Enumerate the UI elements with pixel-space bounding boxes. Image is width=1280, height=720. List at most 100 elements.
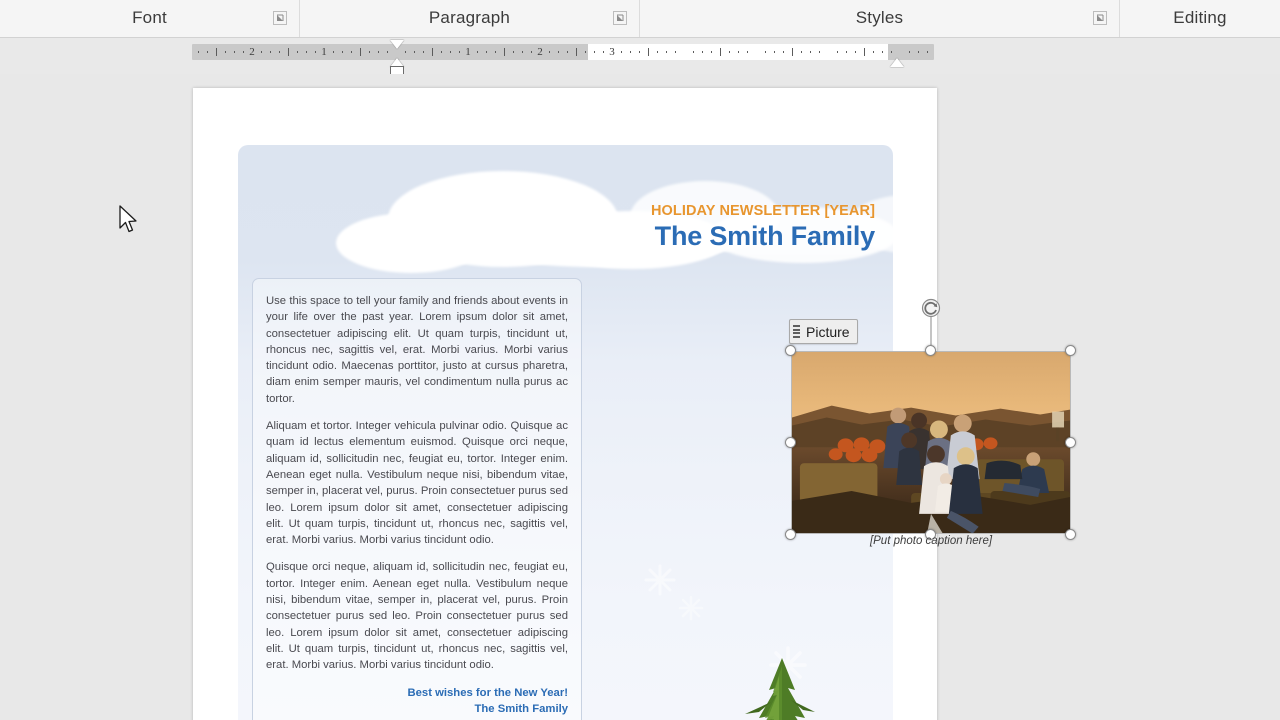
ribbon-group-font: Font	[0, 0, 300, 37]
paragraph-dialog-launcher-icon[interactable]	[613, 11, 627, 25]
ruler-tick	[450, 51, 451, 53]
ruler-tick	[774, 51, 775, 53]
ruler-tick	[234, 51, 235, 53]
ruler-number: 2	[249, 46, 255, 58]
document-canvas[interactable]: HOLIDAY NEWSLETTER [YEAR] The Smith Fami…	[0, 74, 1280, 720]
ruler-tick	[306, 51, 307, 53]
ruler-tick	[567, 51, 568, 53]
ruler-tick	[261, 51, 262, 53]
ruler-tick	[432, 48, 433, 56]
styles-dialog-launcher-icon[interactable]	[1093, 11, 1107, 25]
ruler-tick	[846, 51, 847, 53]
ruler-bar: 2 1 1 2 3	[0, 38, 1280, 75]
ruler-tick	[918, 51, 919, 53]
ruler-ticks: 2 1 1 2 3	[192, 44, 934, 60]
selection-handle-top-center[interactable]	[925, 345, 936, 356]
picture-caption[interactable]: [Put photo caption here]	[791, 535, 1071, 547]
ruler-tick	[351, 51, 352, 53]
ruler-tick	[720, 48, 721, 56]
first-line-indent-marker[interactable]	[390, 40, 404, 49]
ruler-tick	[648, 48, 649, 56]
ruler-tick	[630, 51, 631, 53]
ruler-tick	[288, 48, 289, 56]
ruler-tick	[864, 48, 865, 56]
ruler-tick	[801, 51, 802, 53]
ruler-tick	[639, 51, 640, 53]
ruler-tick	[387, 51, 388, 53]
ruler-tick	[585, 51, 586, 53]
ruler-tick	[747, 51, 748, 53]
ruler-tick	[360, 48, 361, 56]
ruler-tick	[477, 51, 478, 53]
ruler-tick	[891, 51, 892, 53]
ruler-tick	[279, 51, 280, 53]
ribbon-bottom-strip: Font Paragraph Styles Editing	[0, 0, 1280, 38]
selection-handle-middle-right[interactable]	[1065, 437, 1076, 448]
ribbon-group-label-styles: Styles	[855, 8, 904, 27]
signoff-line-2: The Smith Family	[474, 702, 568, 715]
pine-tree-illustration	[707, 656, 857, 720]
ruler-tick	[441, 51, 442, 53]
body-text-column[interactable]: Use this space to tell your family and f…	[252, 278, 582, 720]
ruler-tick	[216, 48, 217, 56]
ruler-tick	[909, 51, 910, 53]
ribbon-group-label-paragraph: Paragraph	[428, 8, 511, 27]
document-page[interactable]: HOLIDAY NEWSLETTER [YEAR] The Smith Fami…	[193, 88, 1076, 720]
ruler-tick	[207, 51, 208, 53]
ruler-tick	[225, 51, 226, 53]
ruler-tick	[792, 48, 793, 56]
ruler-tick	[459, 51, 460, 53]
ribbon-group-editing: Editing	[1120, 0, 1280, 37]
ruler-tick	[198, 51, 199, 53]
ruler-tick	[657, 51, 658, 53]
selection-handle-middle-left[interactable]	[785, 437, 796, 448]
family-photo-image[interactable]	[792, 352, 1070, 534]
ruler-tick	[243, 51, 244, 53]
picture-frame[interactable]	[791, 351, 1071, 534]
body-paragraph: Use this space to tell your family and f…	[266, 295, 568, 405]
ruler-tick	[810, 51, 811, 53]
ruler-number: 3	[609, 46, 615, 58]
ruler-tick	[783, 51, 784, 53]
ruler-number: 2	[537, 46, 543, 58]
content-control-label: Picture	[806, 323, 850, 340]
ruler-tick	[504, 48, 505, 56]
rotation-handle-icon[interactable]	[921, 298, 941, 318]
mouse-pointer-arrow-icon	[118, 205, 140, 237]
snowflake-icon	[678, 595, 704, 626]
ruler-tick	[675, 51, 676, 53]
ruler-tick	[522, 51, 523, 53]
ribbon-group-label-font: Font	[132, 8, 167, 27]
ruler-tick	[549, 51, 550, 53]
selection-handle-top-right[interactable]	[1065, 345, 1076, 356]
right-indent-marker[interactable]	[890, 58, 904, 67]
ruler-tick	[711, 51, 712, 53]
ruler-tick	[927, 51, 928, 53]
selection-handle-top-left[interactable]	[785, 345, 796, 356]
ruler-tick	[513, 51, 514, 53]
ruler-tick	[855, 51, 856, 53]
horizontal-ruler[interactable]: 2 1 1 2 3	[192, 44, 934, 60]
ruler-tick	[558, 51, 559, 53]
ruler-tick	[378, 51, 379, 53]
ruler-tick	[486, 51, 487, 53]
ruler-tick	[423, 51, 424, 53]
ruler-tick	[693, 51, 694, 53]
ruler-tick	[342, 51, 343, 53]
drag-handle-icon[interactable]	[793, 324, 802, 339]
ruler-tick	[738, 51, 739, 53]
ribbon-group-label-editing: Editing	[1173, 8, 1227, 27]
ruler-tick	[873, 51, 874, 53]
font-dialog-launcher-icon[interactable]	[273, 11, 287, 25]
body-paragraph: Quisque orci neque, aliquam id, sollicit…	[266, 561, 568, 672]
ruler-tick	[765, 51, 766, 53]
ruler-tick	[819, 51, 820, 53]
ruler-tick	[837, 51, 838, 53]
content-control-tag-picture[interactable]: Picture	[789, 319, 858, 344]
ruler-tick	[333, 51, 334, 53]
picture-selection[interactable]: [Put photo caption here]	[785, 298, 1076, 547]
snowflake-icon	[643, 563, 677, 602]
ruler-tick	[702, 51, 703, 53]
ruler-tick	[270, 51, 271, 53]
ruler-tick	[369, 51, 370, 53]
